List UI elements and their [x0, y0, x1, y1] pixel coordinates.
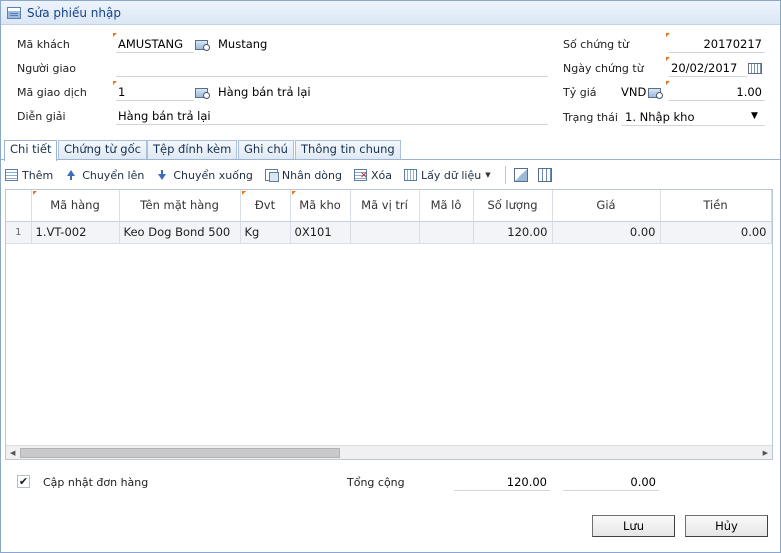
cell-item-name[interactable]: Keo Dog Bond 500 [119, 221, 241, 244]
arrow-down-icon [156, 169, 169, 181]
voucher-date-input[interactable]: 20/02/2017 [666, 57, 747, 77]
cell-lot[interactable] [419, 221, 474, 244]
tab-details[interactable]: Chi tiết [4, 140, 58, 161]
voucher-date-label: Ngày chứng từ [563, 62, 644, 75]
move-down-label: Chuyển xuống [173, 168, 253, 182]
export-icon[interactable] [513, 168, 528, 182]
tab-general-info[interactable]: Thông tin chung [295, 140, 401, 159]
currency-code[interactable]: VND [621, 85, 646, 99]
currency-lookup-icon[interactable] [648, 87, 663, 99]
total-quantity: 120.00 [454, 474, 550, 491]
cell-item-code[interactable]: 1.VT-002 [31, 221, 120, 244]
dropdown-arrow-icon[interactable]: ▼ [751, 111, 758, 121]
row-index: 1 [6, 221, 32, 244]
customer-name: Mustang [218, 37, 268, 51]
delete-row-label: Xóa [370, 168, 392, 182]
voucher-number-input[interactable]: 20170217 [666, 33, 765, 53]
status-select[interactable]: 1. Nhập kho [621, 109, 765, 126]
column-header[interactable]: Tiền [660, 190, 772, 222]
horizontal-scrollbar[interactable]: ◀ ▶ [6, 445, 772, 459]
detail-grid: Mã hàng Tên mặt hàng Đvt Mã kho Mã vị tr… [5, 189, 773, 460]
calendar-icon[interactable] [748, 63, 762, 74]
column-header[interactable]: Số lượng [473, 190, 553, 222]
title-bar: Sửa phiếu nhập [1, 1, 780, 25]
transaction-code-label: Mã giao dịch [17, 86, 87, 99]
form-icon [7, 6, 21, 19]
scroll-left-icon[interactable]: ◀ [10, 449, 15, 457]
tab-strip: Chi tiết Chứng từ gốc Tệp đính kèm Ghi c… [1, 140, 780, 161]
duplicate-row-button[interactable]: Nhân dòng [264, 168, 342, 182]
column-header[interactable]: Mã lô [419, 190, 474, 222]
move-down-button[interactable]: Chuyển xuống [156, 169, 253, 182]
column-header[interactable]: Giá [552, 190, 661, 222]
cell-price[interactable]: 0.00 [552, 221, 661, 244]
save-button[interactable]: Lưu [592, 515, 675, 537]
move-up-label: Chuyển lên [82, 168, 145, 182]
detail-table: Mã hàng Tên mặt hàng Đvt Mã kho Mã vị tr… [6, 190, 772, 244]
add-row-button[interactable]: Thêm [5, 169, 53, 182]
scrollbar-thumb[interactable] [20, 448, 340, 458]
update-order-label: Cập nhật đơn hàng [43, 476, 149, 489]
column-header[interactable]: Mã vị trí [350, 190, 420, 222]
column-header[interactable]: Đvt [240, 190, 291, 222]
tab-notes[interactable]: Ghi chú [238, 140, 294, 159]
voucher-number-label: Số chứng từ [563, 38, 629, 51]
check-icon: ✔ [18, 475, 29, 488]
column-chooser-icon[interactable] [537, 168, 552, 182]
status-label: Trạng thái [563, 111, 618, 124]
update-order-checkbox[interactable]: ✔ [17, 475, 30, 488]
dropdown-arrow-icon: ▼ [485, 171, 491, 179]
delete-icon [353, 169, 368, 181]
arrow-up-icon [65, 169, 78, 181]
total-amount: 0.00 [563, 474, 659, 491]
transaction-name: Hàng bán trả lại [218, 85, 311, 99]
cell-location[interactable] [350, 221, 420, 244]
exchange-rate-input[interactable]: 1.00 [666, 81, 765, 101]
customer-code-label: Mã khách [17, 38, 70, 51]
transaction-code-input[interactable]: 1 [113, 81, 194, 101]
deliverer-label: Người giao [17, 62, 76, 75]
get-data-icon [404, 169, 417, 181]
tab-source-documents[interactable]: Chứng từ gốc [58, 140, 147, 159]
row-indicator-header [6, 190, 32, 222]
edit-receipt-dialog: Sửa phiếu nhập Mã khách AMUSTANG Mustang… [0, 0, 781, 553]
tab-attachments[interactable]: Tệp đính kèm [147, 140, 238, 159]
get-data-label: Lấy dữ liệu [421, 168, 482, 182]
exchange-rate-label: Tỷ giá [563, 86, 597, 99]
scroll-right-icon[interactable]: ▶ [763, 449, 768, 457]
cell-quantity[interactable]: 120.00 [473, 221, 553, 244]
toolbar-separator [504, 166, 506, 184]
column-header[interactable]: Mã kho [290, 190, 351, 222]
add-row-label: Thêm [22, 168, 54, 182]
description-input[interactable]: Hàng bán trả lại [116, 108, 548, 125]
cell-amount[interactable]: 0.00 [660, 221, 772, 244]
cancel-button[interactable]: Hủy [685, 515, 768, 537]
get-data-button[interactable]: Lấy dữ liệu ▼ [404, 169, 491, 182]
deliverer-input[interactable] [116, 60, 548, 77]
transaction-lookup-icon[interactable] [195, 87, 210, 99]
status-value: 1. Nhập kho [625, 110, 695, 124]
duplicate-row-label: Nhân dòng [281, 168, 342, 182]
customer-lookup-icon[interactable] [195, 39, 210, 51]
column-header[interactable]: Mã hàng [31, 190, 120, 222]
customer-code-input[interactable]: AMUSTANG [113, 33, 194, 53]
window-title: Sửa phiếu nhập [27, 5, 121, 20]
grid-header-row: Mã hàng Tên mặt hàng Đvt Mã kho Mã vị tr… [6, 190, 772, 222]
duplicate-icon [264, 169, 279, 182]
add-row-icon [5, 169, 18, 181]
move-up-button[interactable]: Chuyển lên [65, 169, 144, 182]
description-label: Diễn giải [17, 110, 66, 123]
table-row[interactable]: 1 1.VT-002 Keo Dog Bond 500 Kg 0X101 120… [6, 221, 772, 244]
grid-toolbar: Thêm Chuyển lên Chuyển xuống Nhân dòng X… [5, 164, 776, 186]
column-header[interactable]: Tên mặt hàng [119, 190, 241, 222]
cell-unit[interactable]: Kg [240, 221, 291, 244]
delete-row-button[interactable]: Xóa [353, 168, 392, 182]
cell-warehouse[interactable]: 0X101 [290, 221, 351, 244]
total-label: Tổng cộng [347, 476, 405, 489]
